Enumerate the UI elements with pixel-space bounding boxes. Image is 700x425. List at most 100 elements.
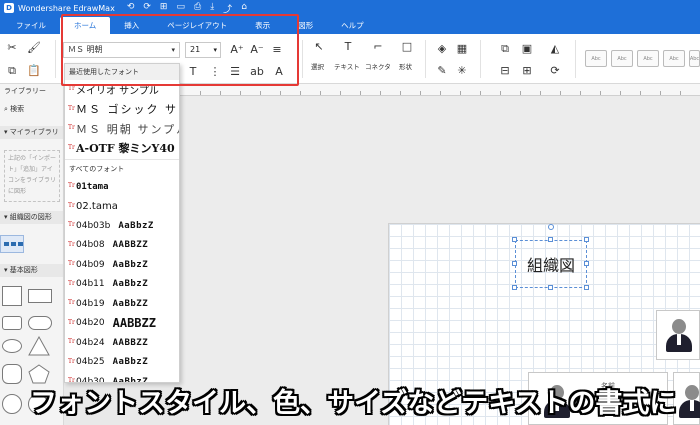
font-option-sample: AaBbzZ bbox=[112, 357, 149, 368]
font-family-select[interactable]: ＭＳ 明朝 ▾ bbox=[63, 42, 180, 58]
open-icon[interactable]: ▭ bbox=[176, 2, 185, 15]
shape-tool-icon[interactable]: □ bbox=[400, 40, 414, 54]
connector-tool-icon[interactable]: ⌐ bbox=[371, 40, 385, 54]
font-option[interactable]: Tr ＭＳ 明朝 サンプル bbox=[65, 119, 179, 139]
text-tool-label[interactable]: テキスト bbox=[334, 61, 360, 71]
divider bbox=[302, 40, 303, 78]
square-shape[interactable] bbox=[2, 286, 22, 306]
font-option[interactable]: Tr 04b25 AaBbzZ bbox=[65, 353, 179, 373]
my-library-section[interactable]: ▾ マイライブラリ bbox=[0, 126, 63, 139]
font-option[interactable]: Tr 02.tama bbox=[65, 197, 179, 217]
align-objects-icon[interactable]: ⊟ bbox=[498, 64, 512, 78]
pill-shape[interactable] bbox=[28, 316, 52, 330]
connector-tool-label[interactable]: コネクタ bbox=[365, 61, 391, 71]
rectangle-shape[interactable] bbox=[28, 289, 52, 303]
style-sample-5[interactable]: Abc bbox=[689, 50, 700, 67]
drawing-canvas[interactable]: 名前 組織図 bbox=[180, 96, 700, 425]
font-option[interactable]: Tr 04b20 AABBZZ bbox=[65, 314, 179, 334]
font-option[interactable]: TrＭＳ ゴシック サン bbox=[65, 100, 179, 120]
home-icon[interactable]: ⌂ bbox=[241, 2, 247, 15]
pen-icon[interactable]: ✎ bbox=[435, 64, 449, 78]
resize-handle[interactable] bbox=[584, 285, 589, 290]
resize-handle[interactable] bbox=[584, 237, 589, 242]
tab-insert[interactable]: 挿入 bbox=[110, 17, 153, 34]
resize-handle[interactable] bbox=[548, 285, 553, 290]
rotate-handle-icon[interactable] bbox=[548, 224, 554, 230]
format-painter-icon[interactable]: 🖌 bbox=[27, 41, 41, 55]
ellipse-shape[interactable] bbox=[2, 339, 22, 353]
style-sample-1[interactable]: Abc bbox=[585, 50, 607, 67]
recent-fonts-list: Trメイリオ サンプルTrＭＳ ゴシック サンTrＭＳ 明朝 サンプルTrA-O… bbox=[65, 80, 179, 158]
tab-shape[interactable]: 図形 bbox=[284, 17, 327, 34]
numbered-list-icon[interactable]: ☰ bbox=[228, 65, 242, 79]
font-option[interactable]: Tr A-OTF 黎ミンY40 bbox=[65, 139, 179, 159]
tab-file[interactable]: ファイル bbox=[2, 17, 60, 34]
cut-icon[interactable]: ✂ bbox=[5, 41, 19, 55]
group-icon[interactable]: ▣ bbox=[520, 42, 534, 56]
shape-tool-label[interactable]: 形状 bbox=[399, 61, 412, 71]
tab-page-layout[interactable]: ページレイアウト bbox=[153, 17, 241, 34]
text-tool-icon[interactable]: T bbox=[341, 40, 355, 54]
truetype-font-icon: Tr bbox=[68, 299, 75, 306]
resize-handle[interactable] bbox=[584, 261, 589, 266]
text-size-icon[interactable]: T bbox=[186, 65, 200, 79]
flip-icon[interactable]: ◭ bbox=[548, 42, 562, 56]
font-option[interactable]: Tr 01tama bbox=[65, 177, 179, 197]
shadow-icon[interactable]: ✳ bbox=[455, 64, 469, 78]
select-tool-label[interactable]: 選択 bbox=[311, 61, 324, 71]
rotate-icon[interactable]: ⟳ bbox=[548, 64, 562, 78]
font-option[interactable]: Tr 04b19 AaBbZZ bbox=[65, 294, 179, 314]
undo-icon[interactable]: ⟲ bbox=[127, 2, 135, 15]
font-color-icon[interactable]: A bbox=[272, 65, 286, 79]
org-shapes-section[interactable]: ▾ 組織図の図形 bbox=[0, 211, 63, 224]
org-node bbox=[4, 242, 9, 246]
arrange-icon[interactable]: ⧉ bbox=[498, 42, 512, 56]
print-icon[interactable]: ⎙ bbox=[194, 2, 201, 15]
font-option[interactable]: Tr 04b09 AaBbzZ bbox=[65, 255, 179, 275]
org-chart-shape[interactable] bbox=[0, 235, 24, 253]
divider bbox=[425, 40, 426, 78]
font-size-select[interactable]: 21 ▾ bbox=[185, 42, 221, 58]
export-icon[interactable]: ⤓ bbox=[210, 2, 214, 15]
copy-icon[interactable]: ⧉ bbox=[5, 64, 19, 78]
redo-icon[interactable]: ⟳ bbox=[143, 2, 151, 15]
distribute-icon[interactable]: ⊞ bbox=[520, 64, 534, 78]
truetype-font-icon: Tr bbox=[68, 338, 75, 345]
rounded-rect-shape[interactable] bbox=[2, 316, 22, 330]
fill-icon[interactable]: ◈ bbox=[435, 42, 449, 56]
font-option-name: ＭＳ ゴシック サン bbox=[76, 103, 179, 117]
font-option[interactable]: Tr メイリオ サンプル bbox=[65, 80, 179, 100]
basic-shapes-section[interactable]: ▾ 基本図形 bbox=[0, 264, 63, 277]
new-icon[interactable]: ⊞ bbox=[160, 2, 168, 15]
truetype-font-icon: Tr bbox=[68, 85, 75, 92]
style-sample-2[interactable]: Abc bbox=[611, 50, 633, 67]
font-option[interactable]: Tr 04b03b AaBbzZ bbox=[65, 216, 179, 236]
font-grow-icon[interactable]: A⁺ bbox=[230, 43, 244, 57]
line-icon[interactable]: ▦ bbox=[455, 42, 469, 56]
style-sample-4[interactable]: Abc bbox=[663, 50, 685, 67]
library-search[interactable]: ⌕ 検索 bbox=[0, 104, 63, 114]
bullet-list-icon[interactable]: ⋮ bbox=[208, 65, 222, 79]
font-option[interactable]: Tr 04b08 AABBZZ bbox=[65, 236, 179, 256]
align-icon[interactable]: ≡ bbox=[270, 43, 284, 57]
style-sample-3[interactable]: Abc bbox=[637, 50, 659, 67]
font-option[interactable]: Tr 04b11 AaBbzZ bbox=[65, 275, 179, 295]
paste-icon[interactable]: 📋 bbox=[27, 64, 41, 78]
resize-handle[interactable] bbox=[512, 261, 517, 266]
font-option-sample: AaBbzZ bbox=[112, 279, 149, 290]
divider bbox=[480, 40, 481, 78]
org-card-top[interactable] bbox=[656, 310, 700, 360]
tab-home[interactable]: ホーム bbox=[60, 17, 111, 34]
resize-handle[interactable] bbox=[512, 237, 517, 242]
resize-handle[interactable] bbox=[548, 237, 553, 242]
font-shrink-icon[interactable]: A⁻ bbox=[250, 43, 264, 57]
resize-handle[interactable] bbox=[512, 285, 517, 290]
font-option[interactable]: Tr 04b24 AABBZZ bbox=[65, 333, 179, 353]
highlight-icon[interactable]: ab bbox=[250, 65, 264, 79]
org-chart-title-text[interactable]: 組織図 bbox=[515, 240, 587, 288]
select-tool-icon[interactable]: ↖ bbox=[312, 40, 326, 54]
tab-view[interactable]: 表示 bbox=[241, 17, 284, 34]
tab-help[interactable]: ヘルプ bbox=[327, 17, 378, 34]
triangle-shape[interactable] bbox=[28, 335, 50, 356]
share-icon[interactable]: ⤴ bbox=[223, 2, 232, 15]
